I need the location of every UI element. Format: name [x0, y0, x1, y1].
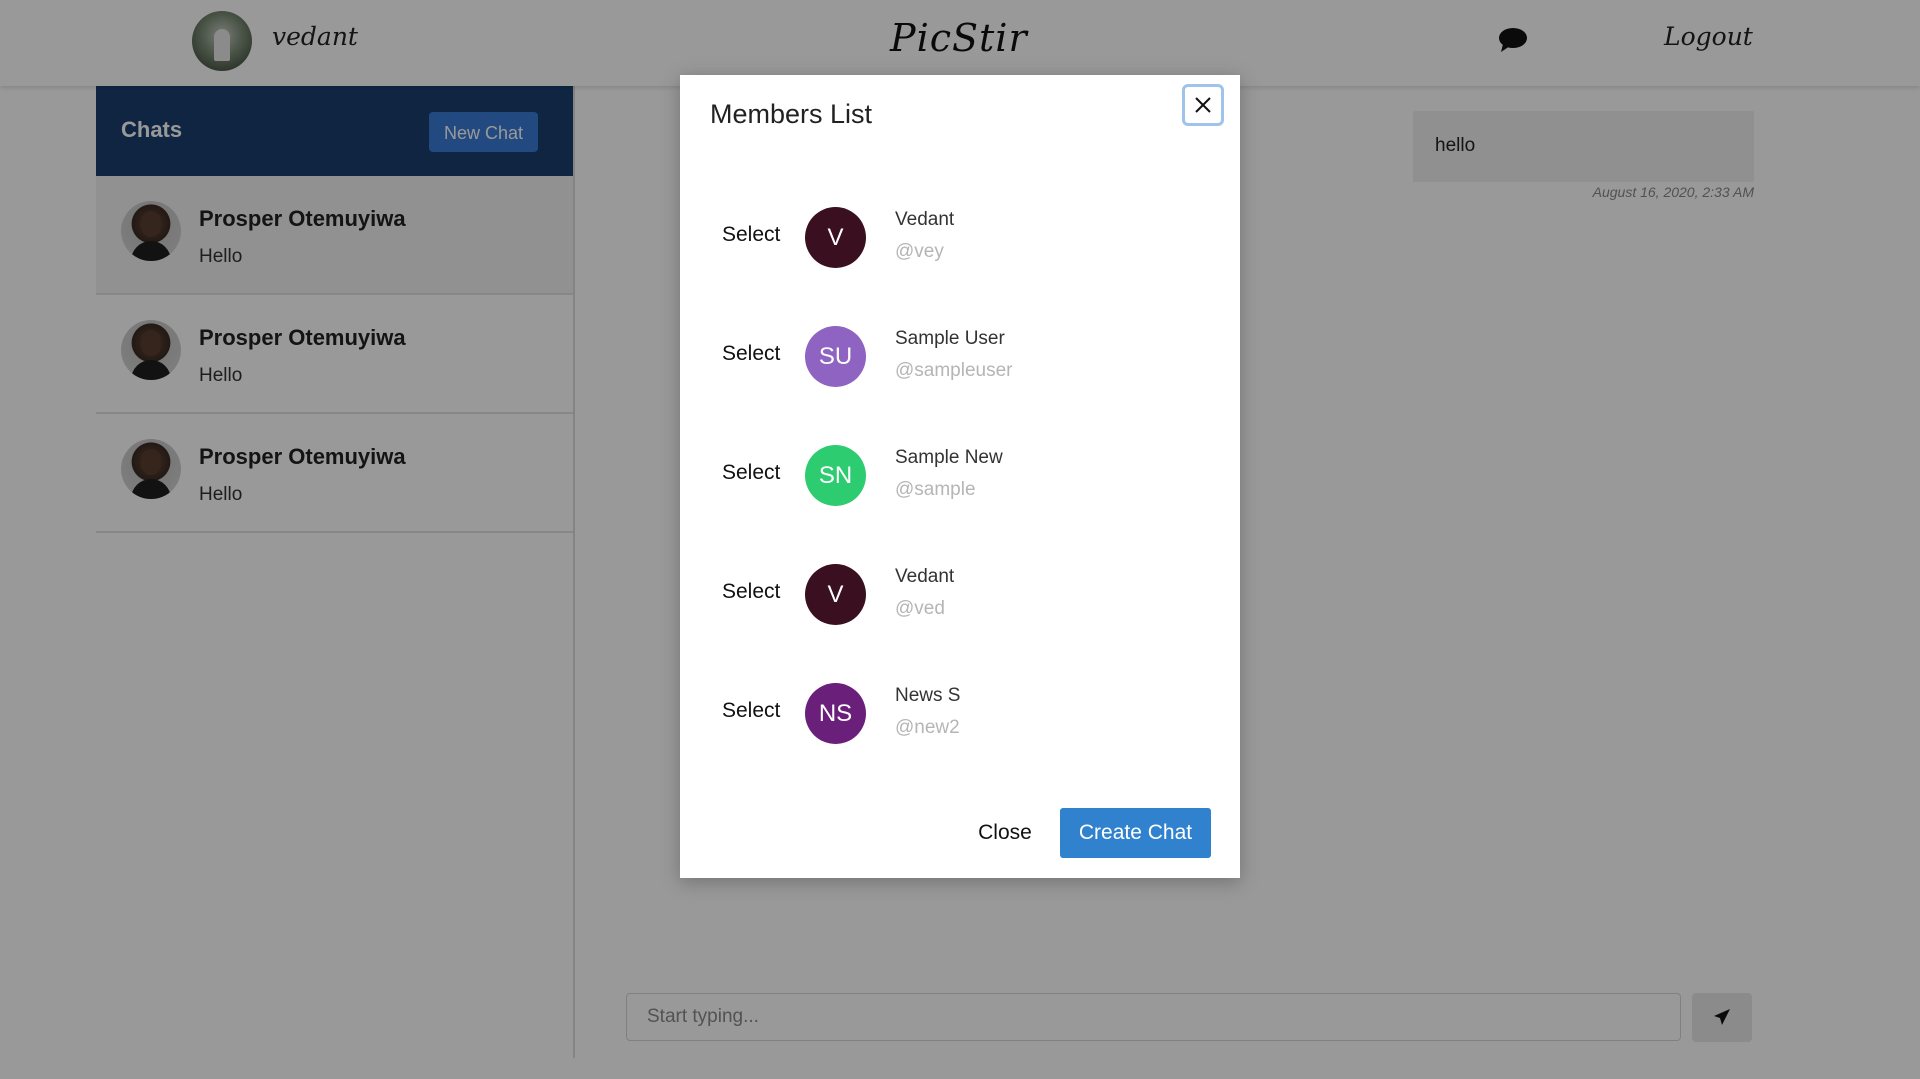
member-row: Select SN Sample New @sample	[680, 416, 1240, 535]
member-row: Select SU Sample User @sampleuser	[680, 297, 1240, 416]
app-root: vedant PicStir Logout Chats New Chat Pro…	[0, 0, 1920, 1079]
member-avatar: NS	[805, 683, 866, 744]
member-handle: @vey	[895, 241, 944, 262]
select-member-button[interactable]: Select	[722, 699, 780, 723]
modal-title: Members List	[710, 99, 873, 129]
member-row: Select NS News S @new2	[680, 654, 1240, 773]
member-handle: @ved	[895, 598, 945, 619]
members-list: Select V Vedant @vey Select SU Sample Us…	[680, 178, 1240, 773]
select-member-button[interactable]: Select	[722, 223, 780, 247]
select-member-button[interactable]: Select	[722, 580, 780, 604]
member-avatar: SN	[805, 445, 866, 506]
select-member-button[interactable]: Select	[722, 342, 780, 366]
member-name: Sample New	[895, 447, 1003, 468]
close-icon	[1195, 97, 1211, 113]
member-name: Vedant	[895, 566, 955, 587]
create-chat-button[interactable]: Create Chat	[1060, 808, 1211, 858]
modal-close-icon-button[interactable]	[1182, 84, 1224, 126]
members-modal: Members List Select V Vedant @vey Select…	[680, 75, 1240, 878]
select-member-button[interactable]: Select	[722, 461, 780, 485]
modal-close-button[interactable]: Close	[960, 808, 1050, 858]
member-avatar: SU	[805, 326, 866, 387]
member-row: Select V Vedant @vey	[680, 178, 1240, 297]
member-avatar: V	[805, 564, 866, 625]
member-row: Select V Vedant @ved	[680, 535, 1240, 654]
member-handle: @new2	[895, 717, 960, 738]
member-avatar: V	[805, 207, 866, 268]
member-name: News S	[895, 685, 961, 706]
member-name: Sample User	[895, 328, 1005, 349]
member-handle: @sample	[895, 479, 976, 500]
member-handle: @sampleuser	[895, 360, 1013, 381]
member-name: Vedant	[895, 209, 955, 230]
